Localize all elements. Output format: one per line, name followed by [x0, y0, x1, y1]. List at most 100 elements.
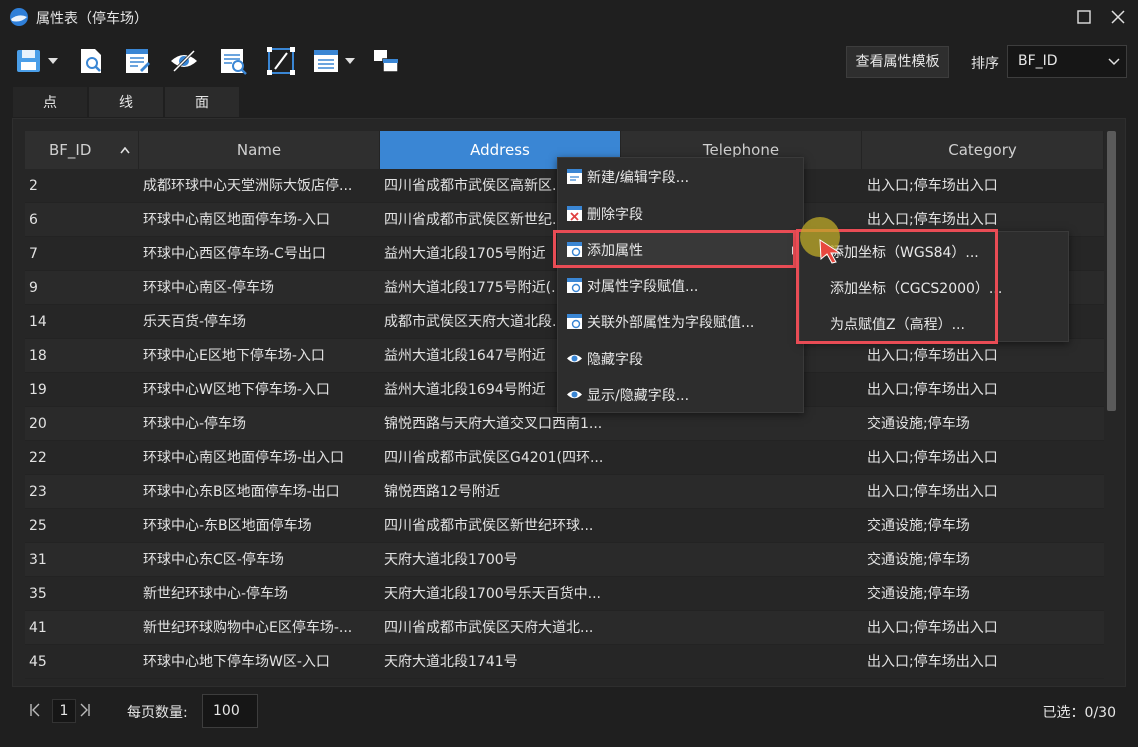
table-row[interactable]: 31 环球中心东C区-停车场 天府大道北段1700号 交通设施;停车场: [25, 543, 1104, 577]
eye-icon[interactable]: [169, 46, 199, 76]
list-icon: [314, 50, 338, 72]
table-cell-address[interactable]: 天府大道北段1741号: [384, 645, 612, 679]
table-cell-name[interactable]: 新世纪环球购物中心E区停车场-...: [143, 611, 378, 645]
menu-item-link-external[interactable]: 关联外部属性为字段赋值...: [558, 304, 803, 340]
table-search-icon[interactable]: [218, 46, 248, 76]
table-cell-bf-id[interactable]: 31: [29, 543, 137, 577]
table-cell-telephone[interactable]: [625, 645, 860, 679]
column-header-name[interactable]: Name: [139, 131, 380, 169]
table-cell-category[interactable]: 交通设施;停车场: [867, 577, 1102, 611]
table-cell-category[interactable]: 出入口;停车场出入口: [867, 169, 1102, 203]
save-button[interactable]: [14, 46, 60, 76]
edit-table-icon[interactable]: [122, 46, 152, 76]
table-cell-bf-id[interactable]: 14: [29, 305, 137, 339]
table-cell-name[interactable]: 环球中心E区地下停车场-入口: [143, 339, 378, 373]
table-cell-name[interactable]: 环球中心南区-停车场: [143, 271, 378, 305]
chevron-down-icon[interactable]: [48, 57, 58, 65]
field-list-button[interactable]: [311, 46, 357, 76]
table-cell-address[interactable]: 锦悦西路12号附近: [384, 475, 612, 509]
table-cell-category[interactable]: 出入口;停车场出入口: [867, 441, 1102, 475]
column-header-category[interactable]: Category: [862, 131, 1104, 169]
table-cell-bf-id[interactable]: 41: [29, 611, 137, 645]
chevron-down-icon[interactable]: [345, 57, 355, 65]
document-search-icon[interactable]: [76, 46, 106, 76]
table-cell-bf-id[interactable]: 9: [29, 271, 137, 305]
tab-point[interactable]: 点: [12, 86, 88, 118]
table-cell-category[interactable]: 出入口;停车场出入口: [867, 611, 1102, 645]
maximize-button[interactable]: [1073, 6, 1095, 28]
sort-select[interactable]: BF_ID: [1007, 45, 1127, 78]
table-row[interactable]: 23 环球中心东B区地面停车场-出口 锦悦西路12号附近 出入口;停车场出入口: [25, 475, 1104, 509]
table-cell-name[interactable]: 成都环球中心天堂洲际大饭店停...: [143, 169, 378, 203]
vertical-scrollbar[interactable]: [1107, 131, 1116, 411]
column-header-label: BF_ID: [49, 141, 92, 159]
column-header-bf-id[interactable]: BF_ID: [25, 131, 139, 169]
table-cell-name[interactable]: 环球中心东C区-停车场: [143, 543, 378, 577]
menu-item-hide-field[interactable]: 隐藏字段: [558, 341, 803, 377]
table-cell-name[interactable]: 环球中心西区停车场-C号出口: [143, 237, 378, 271]
window-switch-icon[interactable]: [371, 46, 401, 76]
table-cell-bf-id[interactable]: 6: [29, 203, 137, 237]
table-cell-bf-id[interactable]: 35: [29, 577, 137, 611]
table-cell-bf-id[interactable]: 7: [29, 237, 137, 271]
table-cell-bf-id[interactable]: 2: [29, 169, 137, 203]
table-cell-bf-id[interactable]: 45: [29, 645, 137, 679]
menu-item-label: 隐藏字段: [587, 352, 643, 368]
table-cell-telephone[interactable]: [625, 543, 860, 577]
tab-line[interactable]: 线: [88, 86, 164, 118]
page-size-label: 每页数量:: [127, 705, 188, 721]
menu-item-delete-field[interactable]: 删除字段: [558, 196, 803, 232]
table-cell-bf-id[interactable]: 18: [29, 339, 137, 373]
table-cell-name[interactable]: 环球中心南区地面停车场-出入口: [143, 441, 378, 475]
table-cell-telephone[interactable]: [625, 475, 860, 509]
table-cell-telephone[interactable]: [625, 441, 860, 475]
menu-item-label: 关联外部属性为字段赋值...: [587, 315, 755, 331]
menu-item-edit-field[interactable]: 新建/编辑字段...: [558, 159, 803, 195]
table-cell-category[interactable]: 出入口;停车场出入口: [867, 645, 1102, 679]
page-size-input[interactable]: [202, 694, 258, 728]
table-cell-telephone[interactable]: [625, 611, 860, 645]
first-page-icon[interactable]: [29, 703, 41, 717]
table-cell-address[interactable]: 四川省成都市武侯区新世纪环球...: [384, 509, 612, 543]
view-template-button[interactable]: 查看属性模板: [846, 46, 949, 78]
table-cell-telephone[interactable]: [625, 577, 860, 611]
menu-item-assign-field[interactable]: 对属性字段赋值...: [558, 268, 803, 304]
table-cell-address[interactable]: 四川省成都市武侯区G4201(四环...: [384, 441, 612, 475]
table-cell-bf-id[interactable]: 25: [29, 509, 137, 543]
tab-polygon[interactable]: 面: [164, 86, 240, 118]
table-cell-name[interactable]: 环球中心东B区地面停车场-出口: [143, 475, 378, 509]
table-row[interactable]: 45 环球中心地下停车场W区-入口 天府大道北段1741号 出入口;停车场出入口: [25, 645, 1104, 679]
table-cell-category[interactable]: 出入口;停车场出入口: [867, 339, 1102, 373]
table-cell-address[interactable]: 天府大道北段1700号: [384, 543, 612, 577]
table-cell-address[interactable]: 天府大道北段1700号乐天百货中...: [384, 577, 612, 611]
close-button[interactable]: [1107, 6, 1129, 28]
table-cell-name[interactable]: 环球中心-东B区地面停车场: [143, 509, 378, 543]
table-cell-telephone[interactable]: [625, 509, 860, 543]
table-cell-name[interactable]: 环球中心W区地下停车场-入口: [143, 373, 378, 407]
menu-item-show-hide-fields[interactable]: 显示/隐藏字段...: [558, 377, 803, 413]
table-row[interactable]: 22 环球中心南区地面停车场-出入口 四川省成都市武侯区G4201(四环... 出入口…: [25, 441, 1104, 475]
table-cell-bf-id[interactable]: 23: [29, 475, 137, 509]
table-cell-name[interactable]: 新世纪环球中心-停车场: [143, 577, 378, 611]
table-cell-name[interactable]: 环球中心-停车场: [143, 407, 378, 441]
table-row[interactable]: 35 新世纪环球中心-停车场 天府大道北段1700号乐天百货中... 交通设施;停车场: [25, 577, 1104, 611]
table-cell-category[interactable]: 交通设施;停车场: [867, 407, 1102, 441]
table-cell-category[interactable]: 交通设施;停车场: [867, 509, 1102, 543]
last-page-icon[interactable]: [79, 703, 91, 717]
table-cell-category[interactable]: 出入口;停车场出入口: [867, 373, 1102, 407]
table-cell-category[interactable]: 出入口;停车场出入口: [867, 475, 1102, 509]
current-page[interactable]: 1: [52, 699, 76, 723]
table-row[interactable]: 25 环球中心-东B区地面停车场 四川省成都市武侯区新世纪环球... 交通设施;停车场: [25, 509, 1104, 543]
table-cell-name[interactable]: 乐天百货-停车场: [143, 305, 378, 339]
assign-field-icon: [567, 278, 582, 293]
line-measure-icon[interactable]: [266, 46, 296, 76]
table-cell-name[interactable]: 环球中心南区地面停车场-入口: [143, 203, 378, 237]
table-cell-category[interactable]: 交通设施;停车场: [867, 543, 1102, 577]
edit-field-icon: [567, 169, 582, 184]
table-cell-bf-id[interactable]: 20: [29, 407, 137, 441]
table-cell-name[interactable]: 环球中心地下停车场W区-入口: [143, 645, 378, 679]
table-cell-address[interactable]: 四川省成都市武侯区天府大道北...: [384, 611, 612, 645]
table-row[interactable]: 41 新世纪环球购物中心E区停车场-... 四川省成都市武侯区天府大道北... 出入口…: [25, 611, 1104, 645]
table-cell-bf-id[interactable]: 22: [29, 441, 137, 475]
table-cell-bf-id[interactable]: 19: [29, 373, 137, 407]
